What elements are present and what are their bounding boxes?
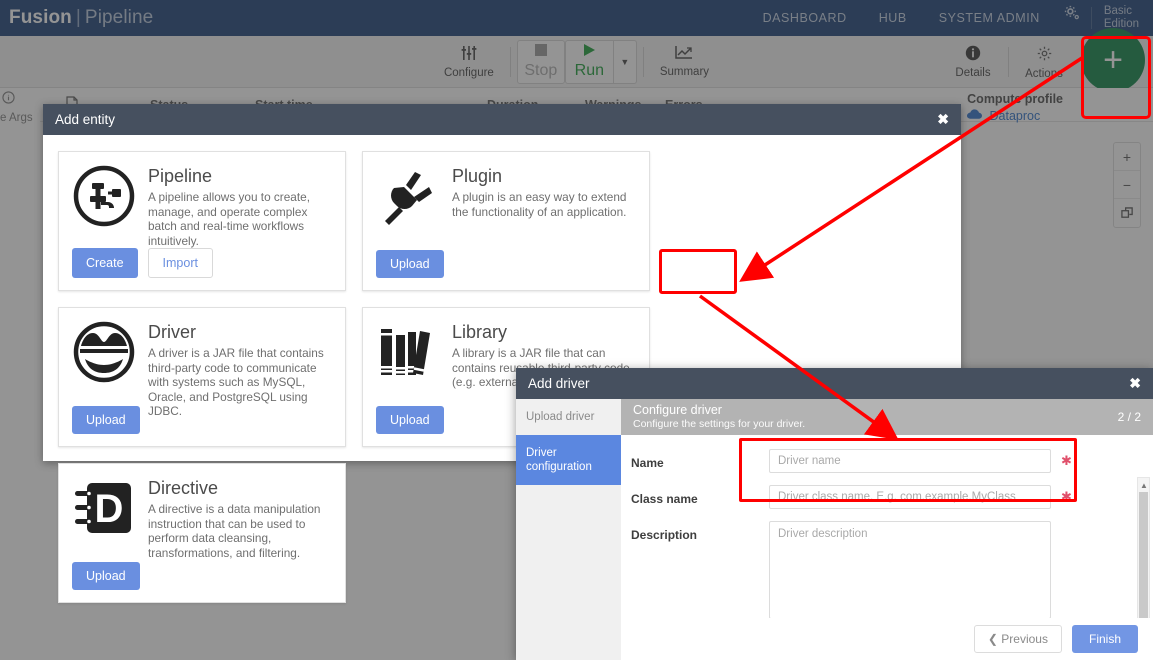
required-marker: ✱ (1061, 485, 1072, 505)
card-actions: Upload (376, 406, 444, 434)
directive-upload-button[interactable]: Upload (72, 562, 140, 590)
library-upload-button[interactable]: Upload (376, 406, 444, 434)
card-top: Driver A driver is a JAR file that conta… (72, 320, 332, 419)
previous-button[interactable]: ❮ Previous (974, 625, 1062, 653)
previous-label: Previous (1001, 632, 1048, 646)
svg-text:D: D (95, 487, 124, 531)
driver-class-name-input[interactable] (769, 485, 1051, 509)
finish-button[interactable]: Finish (1072, 625, 1138, 653)
entity-description: A plugin is an easy way to extend the fu… (452, 190, 636, 219)
wizard-title-block: Configure driver Configure the settings … (633, 403, 805, 431)
required-marker: ✱ (1061, 449, 1072, 469)
description-label: Description (631, 521, 769, 542)
scroll-up-arrow-icon[interactable]: ▲ (1140, 481, 1148, 490)
wizard-steps: Upload driver Driver configuration (516, 399, 621, 660)
entity-card-directive[interactable]: D Directive A directive is a data manipu… (58, 463, 346, 603)
card-top: Plugin A plugin is an easy way to extend… (376, 164, 636, 228)
entity-name: Plugin (452, 166, 636, 187)
close-icon[interactable]: ✖ (937, 111, 949, 128)
card-top: D Directive A directive is a data manipu… (72, 476, 332, 560)
driver-description-textarea[interactable] (769, 521, 1051, 619)
add-driver-dialog: Add driver ✖ Upload driver Driver config… (516, 368, 1153, 660)
add-driver-body: Upload driver Driver configuration Confi… (516, 399, 1153, 660)
card-actions: Create Import (72, 248, 213, 278)
wizard-page-indicator: 2 / 2 (1118, 410, 1141, 424)
card-text: Directive A directive is a data manipula… (148, 476, 332, 560)
card-actions: Upload (376, 250, 444, 278)
wizard-title-bar: Configure driver Configure the settings … (621, 399, 1153, 435)
entity-description: A driver is a JAR file that contains thi… (148, 346, 332, 419)
add-driver-header: Add driver ✖ (516, 368, 1153, 399)
wizard-footer: ❮ Previous Finish (621, 618, 1153, 660)
books-icon (376, 320, 440, 384)
card-text: Pipeline A pipeline allows you to create… (148, 164, 332, 248)
driver-upload-button[interactable]: Upload (72, 406, 140, 434)
entity-card-driver[interactable]: Driver A driver is a JAR file that conta… (58, 307, 346, 447)
entity-description: A pipeline allows you to create, manage,… (148, 190, 332, 248)
card-actions: Upload (72, 406, 140, 434)
add-entity-title: Add entity (55, 112, 115, 127)
step-driver-configuration[interactable]: Driver configuration (516, 435, 621, 485)
card-actions: Upload (72, 562, 140, 590)
card-top: Pipeline A pipeline allows you to create… (72, 164, 332, 248)
card-text: Plugin A plugin is an easy way to extend… (452, 164, 636, 228)
entity-name: Directive (148, 478, 332, 499)
entity-name: Library (452, 322, 636, 343)
plugin-upload-button[interactable]: Upload (376, 250, 444, 278)
entity-card-plugin[interactable]: Plugin A plugin is an easy way to extend… (362, 151, 650, 291)
step-upload-driver[interactable]: Upload driver (516, 399, 621, 435)
directive-d-icon: D (72, 476, 136, 540)
pipeline-import-button[interactable]: Import (148, 248, 213, 278)
screen: Fusion|Pipeline DASHBOARD HUB SYSTEM ADM… (0, 0, 1153, 660)
entity-name: Pipeline (148, 166, 332, 187)
entity-card-pipeline[interactable]: Pipeline A pipeline allows you to create… (58, 151, 346, 291)
form-row-name: Name ✱ (631, 449, 1137, 473)
name-label: Name (631, 449, 769, 470)
plug-icon (376, 164, 440, 228)
card-text: Driver A driver is a JAR file that conta… (148, 320, 332, 419)
pipeline-icon (72, 164, 136, 228)
wizard-main: Configure driver Configure the settings … (621, 399, 1153, 660)
entity-name: Driver (148, 322, 332, 343)
driver-form: Name ✱ Class name ✱ Description ▲ (621, 435, 1153, 617)
add-driver-title: Add driver (528, 376, 590, 391)
wizard-title: Configure driver (633, 403, 805, 418)
class-name-label: Class name (631, 485, 769, 506)
wizard-subtitle: Configure the settings for your driver. (633, 418, 805, 431)
close-icon[interactable]: ✖ (1129, 375, 1141, 392)
driver-name-input[interactable] (769, 449, 1051, 473)
entity-description: A directive is a data manipulation instr… (148, 502, 332, 560)
add-entity-header: Add entity ✖ (43, 104, 961, 135)
pipeline-create-button[interactable]: Create (72, 248, 138, 278)
form-row-description: Description (631, 521, 1137, 619)
driver-circle-icon (72, 320, 136, 384)
chevron-left-icon: ❮ (988, 632, 998, 646)
scroll-thumb[interactable] (1139, 492, 1148, 622)
form-row-class-name: Class name ✱ (631, 485, 1137, 509)
